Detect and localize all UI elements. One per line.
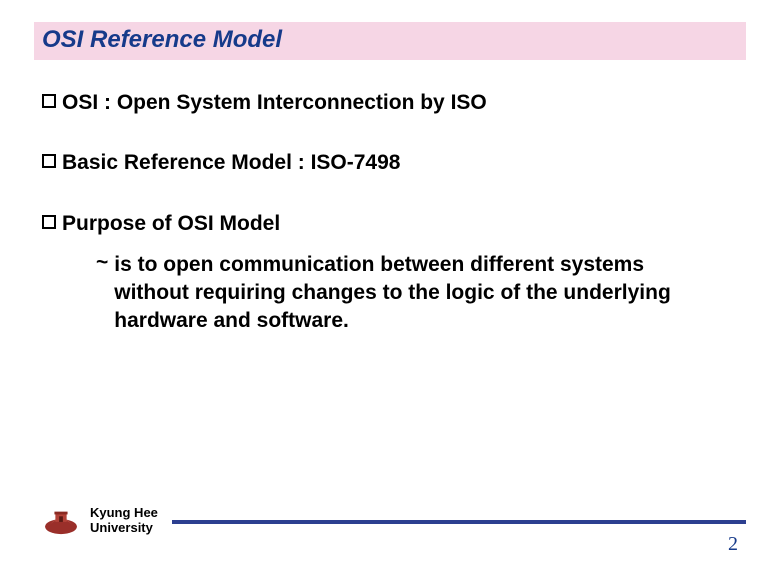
bullet-text: Basic Reference Model : ISO-7498 [62, 150, 400, 176]
bullet-item: OSI : Open System Interconnection by ISO [42, 90, 738, 116]
slide-title: OSI Reference Model [42, 26, 282, 53]
square-bullet-icon [42, 215, 56, 229]
bullet-text: Purpose of OSI Model [62, 211, 280, 237]
university-name: Kyung Hee University [90, 506, 158, 536]
university-logo-icon [42, 506, 80, 536]
bullet-item: Purpose of OSI Model [42, 211, 738, 237]
bullet-item: Basic Reference Model : ISO-7498 [42, 150, 738, 176]
page-number: 2 [728, 533, 738, 556]
university-name-line2: University [90, 521, 158, 536]
slide-footer: Kyung Hee University [0, 506, 780, 536]
square-bullet-icon [42, 154, 56, 168]
square-bullet-icon [42, 94, 56, 108]
purpose-detail-text: is to open communication between differe… [114, 251, 708, 336]
purpose-detail-block: ~ is to open communication between diffe… [96, 251, 708, 336]
tilde-bullet-icon: ~ [96, 251, 108, 275]
slide-content: OSI : Open System Interconnection by ISO… [42, 90, 738, 336]
bullet-text: OSI : Open System Interconnection by ISO [62, 90, 487, 116]
footer-divider [172, 520, 746, 524]
university-name-line1: Kyung Hee [90, 506, 158, 521]
purpose-detail-row: ~ is to open communication between diffe… [96, 251, 708, 336]
slide-title-bar: OSI Reference Model [34, 22, 746, 60]
